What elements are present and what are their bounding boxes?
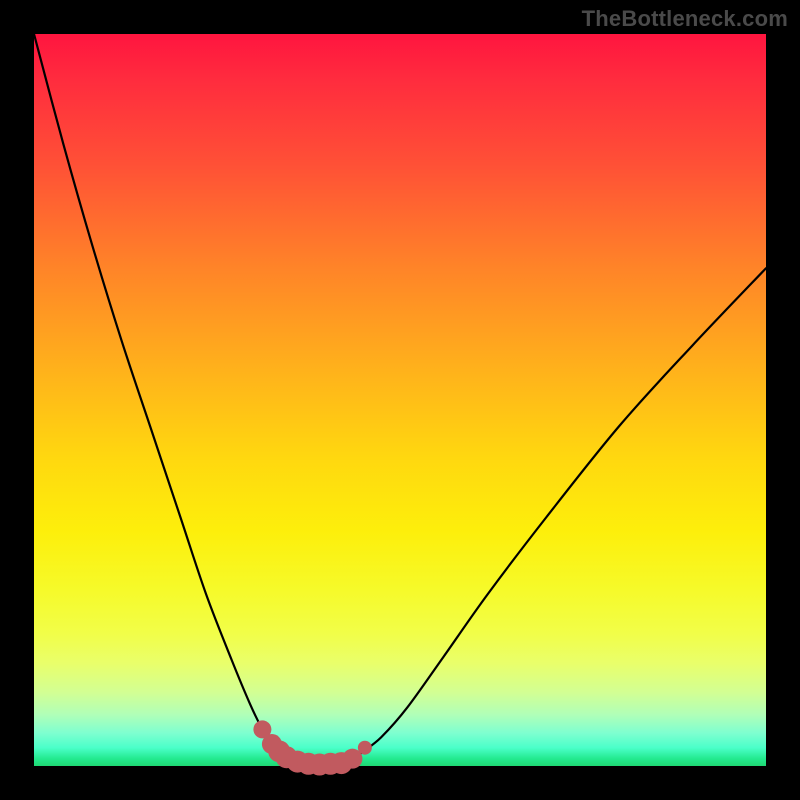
bottleneck-curve	[34, 34, 766, 765]
watermark-text: TheBottleneck.com	[582, 6, 788, 32]
plot-area	[34, 34, 766, 766]
highlight-markers	[253, 720, 371, 775]
highlight-point	[358, 741, 372, 755]
outer-frame: TheBottleneck.com	[0, 0, 800, 800]
chart-svg	[34, 34, 766, 766]
